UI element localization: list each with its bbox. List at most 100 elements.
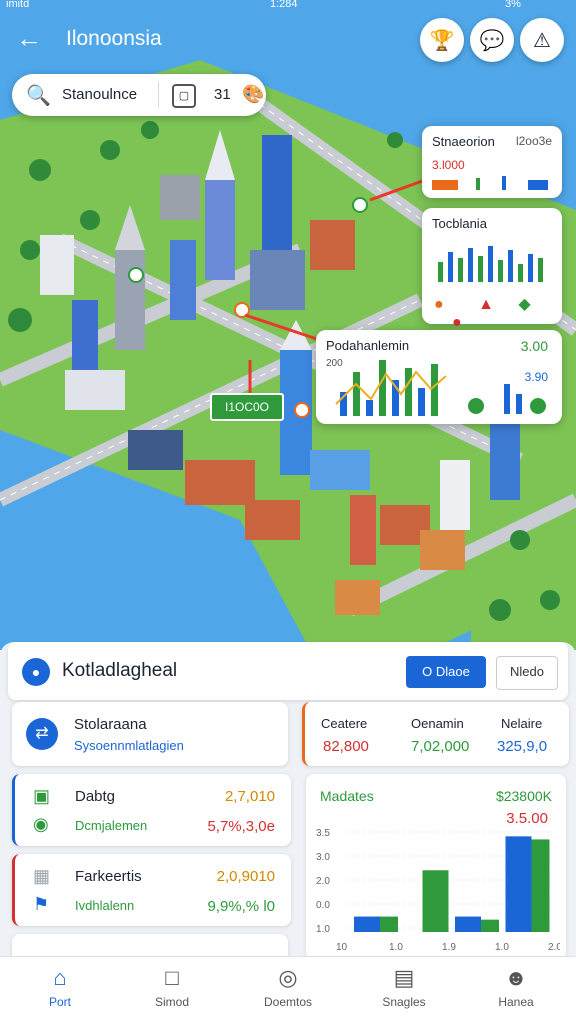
secondary-button[interactable]: Nledo <box>496 656 558 690</box>
list-item-1-sub: Dcmjalemen <box>75 818 148 833</box>
list-item-1-title: Dabtg <box>75 788 116 805</box>
fire-icon: ● <box>434 296 444 313</box>
x-tick-label: 1.0 <box>389 942 403 953</box>
check-circle-icon: ◉ <box>33 814 49 834</box>
chart-card[interactable]: Madates $23800K 3.5.00 3.5 3.0 2.0 0.0 1.0 10… <box>306 774 566 960</box>
chart-bar <box>455 916 481 932</box>
stats-card: Ceatere 82,800 Oenamin 7,02,000 Nelaire … <box>302 702 569 766</box>
list-item-2-title: Farkeertis <box>75 868 142 885</box>
book-icon: ▤ <box>393 965 415 990</box>
status-time: 1:284 <box>270 0 298 10</box>
mini-bar <box>431 364 438 416</box>
x-tick-label: 2.0 <box>548 942 560 953</box>
y-tick-label: 0.0 <box>316 900 330 911</box>
x-tick-label: 1.9 <box>442 942 456 953</box>
chart-bar <box>354 916 380 932</box>
list-item-2[interactable]: ▦ Farkeertis 2,0,9010 ⚑ Ivdhlalenn 9,9%,… <box>12 854 291 926</box>
award-icon[interactable]: 🏆 <box>420 18 464 62</box>
summary-subtitle: Sysoennmlatlagien <box>74 738 184 753</box>
nav-item-simod[interactable]: □ Simod <box>122 957 222 1025</box>
compass-icon: ◎ <box>278 965 298 990</box>
nav-label-snagles: Snagles <box>382 995 426 1009</box>
search-divider <box>158 82 159 108</box>
nav-label-port: Port <box>48 995 71 1009</box>
mini-bar <box>405 368 412 416</box>
stat-value-1: 82,800 <box>323 738 369 755</box>
info-card-top[interactable]: Stnaeorion l2oo3e 3.l000 <box>422 126 562 198</box>
list-item-2-value: 2,0,9010 <box>216 868 275 885</box>
card-big-value1: 3.00 <box>520 338 548 354</box>
trend-line <box>335 370 447 405</box>
page-title: Ilonoonsia <box>66 27 162 50</box>
card-top-value: l2oo3e <box>515 134 552 148</box>
calendar-icon[interactable]: ▢ <box>172 84 196 108</box>
leaf-icon: ◆ <box>518 296 531 313</box>
list-item-2-sub: Ivdhlalenn <box>75 898 135 913</box>
stat-value-2: 7,02,000 <box>411 738 470 755</box>
top-bar: ← Ilonoonsia 🏆 💬 ⚠ <box>0 18 576 62</box>
card-mid-title: Tocblania <box>432 216 487 231</box>
route-icon: ⇄ <box>26 718 58 750</box>
stat-label-3: Nelaire <box>501 716 543 731</box>
info-card-mid[interactable]: Tocblania ● ▲ ◆ ● <box>422 208 562 331</box>
card-big-mini-bars <box>468 384 546 414</box>
flag-icon: ● <box>452 314 462 331</box>
card-top-sparkbars <box>432 176 548 190</box>
stat-value-3: 325,9,0 <box>497 738 548 755</box>
panel-title: Kotladlagheal <box>62 660 178 681</box>
x-tick-label: 10 <box>336 942 348 953</box>
y-tick-label: 2.0 <box>316 876 330 887</box>
list-item-2-subvalue: 9,9%,% l0 <box>207 898 275 915</box>
card-big-title: Podahanlemin <box>326 338 410 353</box>
logo-icon: ● <box>22 658 50 686</box>
list-item-1-subvalue: 5,7%,3,0e <box>207 818 275 835</box>
card-mid-barchart <box>438 246 543 282</box>
card-big-chart <box>335 360 447 416</box>
nav-label-hanea: Hanea <box>498 995 534 1009</box>
back-arrow-icon[interactable]: ← <box>14 22 44 54</box>
status-battery: 3% <box>505 0 521 10</box>
nav-label-doemtos: Doemtos <box>263 995 313 1009</box>
card-top-sub: 3.l000 <box>432 158 465 172</box>
flag-icon: ⚑ <box>33 894 50 914</box>
x-tick-label: 1.0 <box>495 942 509 953</box>
alert-icon[interactable]: ⚠ <box>520 18 564 62</box>
list-item-1-value: 2,7,010 <box>224 788 275 805</box>
palette-icon[interactable]: 🎨 <box>242 84 264 105</box>
chat-icon[interactable]: 💬 <box>470 18 514 62</box>
status-bar: imitd 1:284 3% <box>0 0 576 14</box>
card-top-title: Stnaeorion <box>432 134 495 149</box>
stat-label-1: Ceatere <box>321 716 368 731</box>
nav-label-simod: Simod <box>154 995 189 1009</box>
truck-icon: ▣ <box>33 786 51 806</box>
card-mid-icons: ● ▲ ◆ ● <box>434 294 550 332</box>
home-icon: ⌂ <box>53 965 67 990</box>
chart-title: Madates <box>320 788 374 804</box>
summary-card[interactable]: ⇄ Stolaraana Sysoennmlatlagien <box>12 702 288 766</box>
city-map[interactable]: imitd 1:284 3% ← Ilonoonsia 🏆 💬 ⚠ 🔍 Stan… <box>0 0 576 650</box>
mini-bar <box>379 360 386 416</box>
y-tick-label: 1.0 <box>316 924 330 935</box>
info-card-big[interactable]: Podahanlemin 3.00 200 3.90 <box>316 330 562 424</box>
y-tick-label: 3.0 <box>316 852 330 863</box>
nav-item-port[interactable]: ⌂ Port <box>10 957 110 1025</box>
chart-bar <box>422 870 449 932</box>
search-bar[interactable]: 🔍 Stanoulnce ▢ 31 🎨 <box>12 74 266 116</box>
panel-header: ● Kotladlagheal O Dlaoe Nledo <box>8 642 568 700</box>
summary-title: Stolaraana <box>74 716 147 733</box>
primary-button[interactable]: O Dlaoe <box>406 656 486 688</box>
search-input[interactable]: Stanoulnce <box>62 86 137 103</box>
bar-chart: 3.5 3.0 2.0 0.0 1.0 10 1.0 1.9 1.0 2.0 <box>316 828 560 953</box>
nav-item-snagles[interactable]: ▤ Snagles <box>354 957 454 1025</box>
search-count: 31 <box>214 86 231 103</box>
nav-item-hanea[interactable]: ☻ Hanea <box>466 957 566 1025</box>
nav-item-doemtos[interactable]: ◎ Doemtos <box>238 957 338 1025</box>
mini-bar <box>366 400 373 416</box>
stat-label-2: Oenamin <box>411 716 464 731</box>
user-icon: ☻ <box>504 965 528 990</box>
y-tick-label: 3.5 <box>316 828 330 839</box>
building-icon: ▦ <box>33 866 51 886</box>
search-icon: 🔍 <box>26 85 51 107</box>
list-item-1[interactable]: ▣ Dabtg 2,7,010 ◉ Dcmjalemen 5,7%,3,0e <box>12 774 291 846</box>
map-marker-pill[interactable]: I1OC0O <box>210 393 284 421</box>
